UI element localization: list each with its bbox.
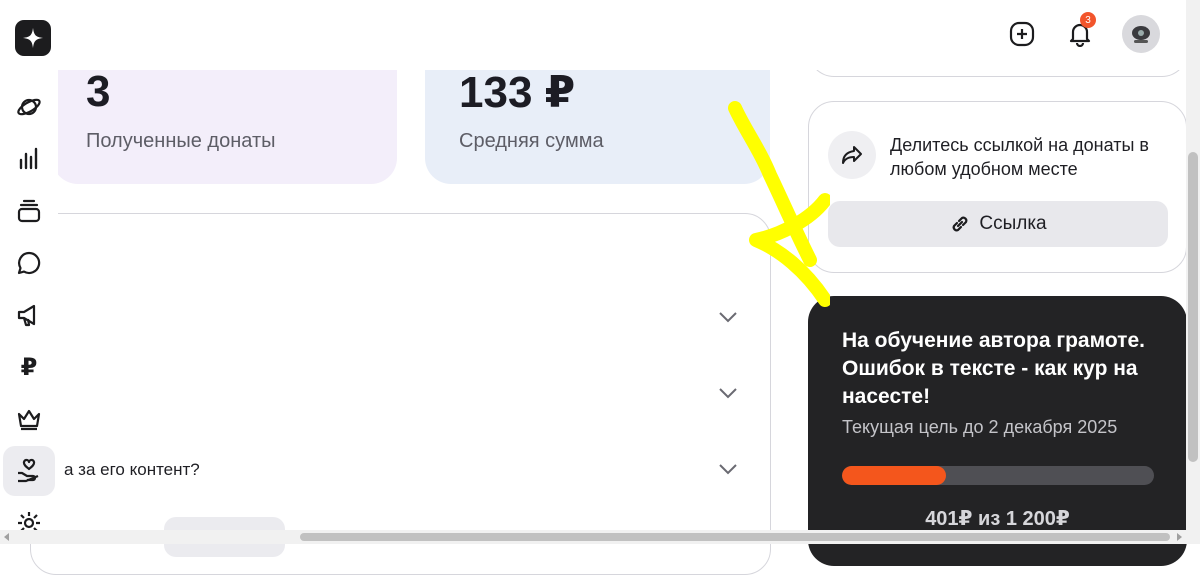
horizontal-scroll-thumb[interactable] — [300, 533, 1170, 541]
stat-value: 3 — [86, 67, 111, 116]
horizontal-scrollbar[interactable] — [0, 530, 1200, 544]
chevron-down-icon[interactable] — [717, 382, 739, 404]
faq-question: а за его контент? — [64, 460, 200, 479]
notifications-badge: 3 — [1080, 12, 1096, 28]
share-card: Делитесь ссылкой на донаты в любом удобн… — [808, 101, 1187, 273]
scroll-right-icon[interactable] — [1177, 533, 1182, 541]
notifications-bell-icon[interactable]: 3 — [1060, 12, 1100, 54]
faq-item[interactable]: а за его контент? — [30, 450, 770, 490]
left-nav: ₽ — [0, 0, 58, 544]
scroll-left-icon[interactable] — [4, 533, 9, 541]
stat-label: Средняя сумма — [459, 130, 604, 152]
chat-bubble-icon[interactable] — [3, 238, 55, 288]
crown-icon[interactable] — [3, 394, 55, 444]
goal-title: На обучение автора грамоте. Ошибок в тек… — [842, 329, 1145, 408]
logo-star-icon[interactable] — [15, 20, 51, 56]
top-header: 3 — [58, 0, 1200, 70]
ruble-icon[interactable]: ₽ — [3, 342, 55, 392]
stat-label: Полученные донаты — [86, 130, 276, 152]
share-description: Делитесь ссылкой на донаты в любом удобн… — [890, 135, 1149, 179]
stats-bars-icon[interactable] — [3, 133, 55, 183]
faq-item[interactable] — [30, 298, 770, 338]
faq-item[interactable] — [30, 374, 770, 414]
link-chain-icon — [952, 216, 968, 232]
share-arrow-icon — [828, 131, 876, 179]
goal-progress-bar — [842, 466, 1154, 485]
goal-amount: 401₽ из 1 200₽ — [925, 508, 1070, 530]
add-plus-icon[interactable] — [1002, 14, 1042, 54]
vertical-scroll-thumb[interactable] — [1188, 152, 1198, 462]
chevron-down-icon[interactable] — [717, 306, 739, 328]
donations-hand-heart-icon[interactable] — [3, 446, 55, 496]
donation-goal-card: На обучение автора грамоте. Ошибок в тек… — [808, 296, 1187, 566]
copy-link-button[interactable]: Ссылка — [828, 201, 1168, 247]
chevron-down-icon[interactable] — [717, 458, 739, 480]
layers-icon[interactable] — [3, 186, 55, 236]
link-button-label: Ссылка — [979, 213, 1047, 234]
goal-deadline: Текущая цель до 2 декабря 2025 — [842, 417, 1118, 437]
megaphone-icon[interactable] — [3, 290, 55, 340]
goal-progress-fill — [842, 466, 947, 485]
vertical-scrollbar[interactable] — [1186, 0, 1200, 530]
stat-value: 133 ₽ — [459, 68, 576, 117]
avatar[interactable] — [1122, 15, 1160, 53]
planet-icon[interactable] — [3, 82, 55, 132]
